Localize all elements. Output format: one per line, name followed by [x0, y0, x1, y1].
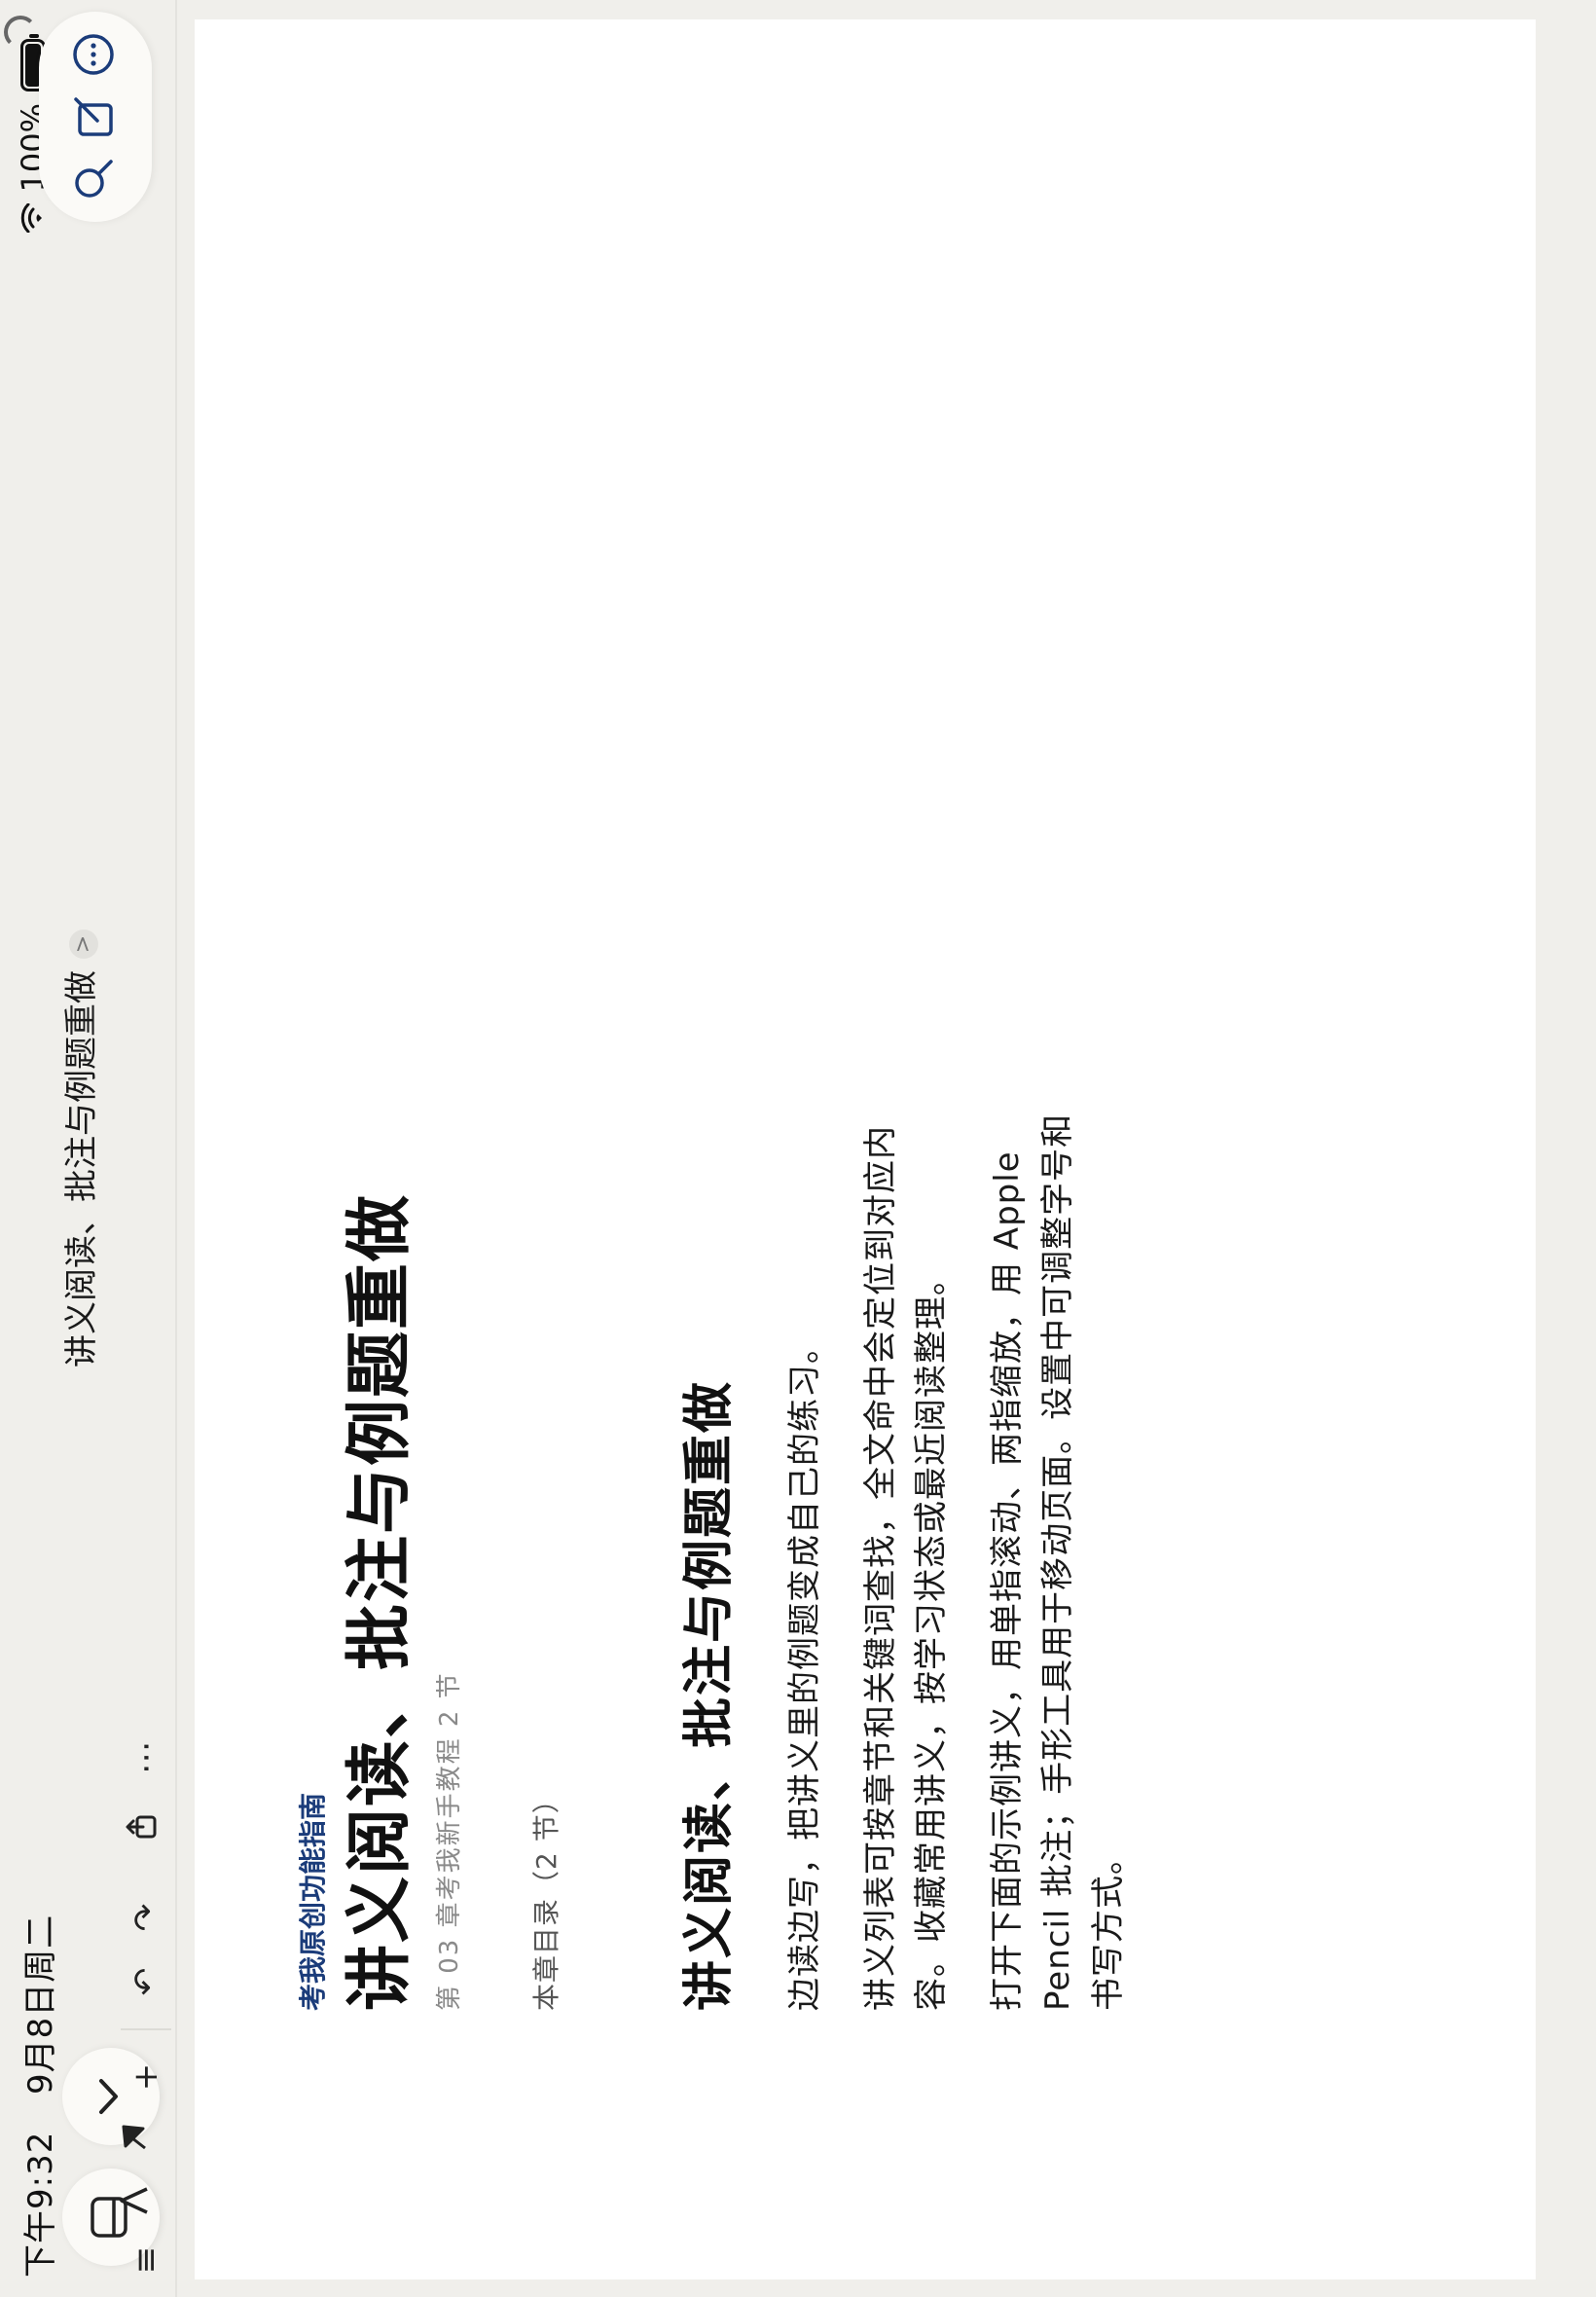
list-button[interactable]: ≡: [119, 2233, 173, 2287]
chevron-right-icon: >: [68, 930, 98, 959]
loading-indicator-icon: [4, 16, 37, 49]
overflow-button[interactable]: ⋯: [119, 1731, 173, 1785]
undo-button[interactable]: ↶: [119, 1954, 173, 2009]
toolbar-divider: [121, 2028, 171, 2030]
document-heading: 讲义阅读、批注与例题重做: [342, 1192, 418, 2011]
document-title-bar[interactable]: 讲义阅读、批注与例题重做 >: [54, 0, 102, 2297]
compose-icon: [72, 95, 119, 138]
undo-icon: ↶: [127, 1967, 165, 1996]
app-screen: 下午9:32 9月8日周二 100% 讲义阅读、批注与例题重做> ≡ + ↶ ↷…: [0, 0, 1596, 2297]
section-heading: 讲义阅读、批注与例题重做: [679, 1379, 739, 2011]
arrow-tool-icon: [118, 2121, 160, 2154]
ellipsis-icon: ⋯: [127, 1741, 165, 1774]
arrow-tool-button[interactable]: [111, 2110, 165, 2165]
annotation-toolbar: ≡ + ↶ ↷ ⋯: [115, 0, 177, 2297]
list-icon: ≡: [127, 2245, 165, 2275]
wifi-icon: [15, 202, 52, 234]
redo-button[interactable]: ↷: [119, 1890, 173, 1945]
share-button[interactable]: [119, 1801, 173, 1855]
more-circle-icon: [72, 33, 119, 76]
pen-icon: [118, 2183, 160, 2216]
document-brand: 考我原创功能指南: [297, 1792, 329, 2011]
document-meta: 第 03 章考我新手教程 2 节: [434, 1671, 464, 2011]
search-icon: [72, 158, 119, 201]
toolbar-bottom-divider: [175, 0, 177, 2297]
add-button[interactable]: +: [119, 2050, 173, 2104]
pen-tool-button[interactable]: [111, 2172, 165, 2227]
plus-icon: +: [127, 2062, 165, 2092]
share-icon: [126, 1811, 167, 1844]
document-title: 讲义阅读、批注与例题重做: [62, 970, 101, 1367]
paragraph: 边读边写，把讲义里的例题变成自己的练习。: [784, 1330, 824, 2011]
document-content: 考我原创功能指南 讲义阅读、批注与例题重做 第 03 章考我新手教程 2 节 本…: [292, 162, 1134, 2011]
paragraph: 讲义列表可按章节和关键词查找，全文命中会定位到对应内容。收藏常用讲义，按学习状态…: [860, 1125, 951, 2011]
redo-icon: ↷: [127, 1903, 165, 1932]
document-page[interactable]: 考我原创功能指南 讲义阅读、批注与例题重做 第 03 章考我新手教程 2 节 本…: [195, 19, 1536, 2279]
chapter-toc-link[interactable]: 本章目录（2 节）: [526, 162, 564, 2011]
paragraph: 打开下面的示例讲义，用单指滚动、两指缩放，用 Apple Pencil 批注；手…: [987, 1112, 1128, 2011]
